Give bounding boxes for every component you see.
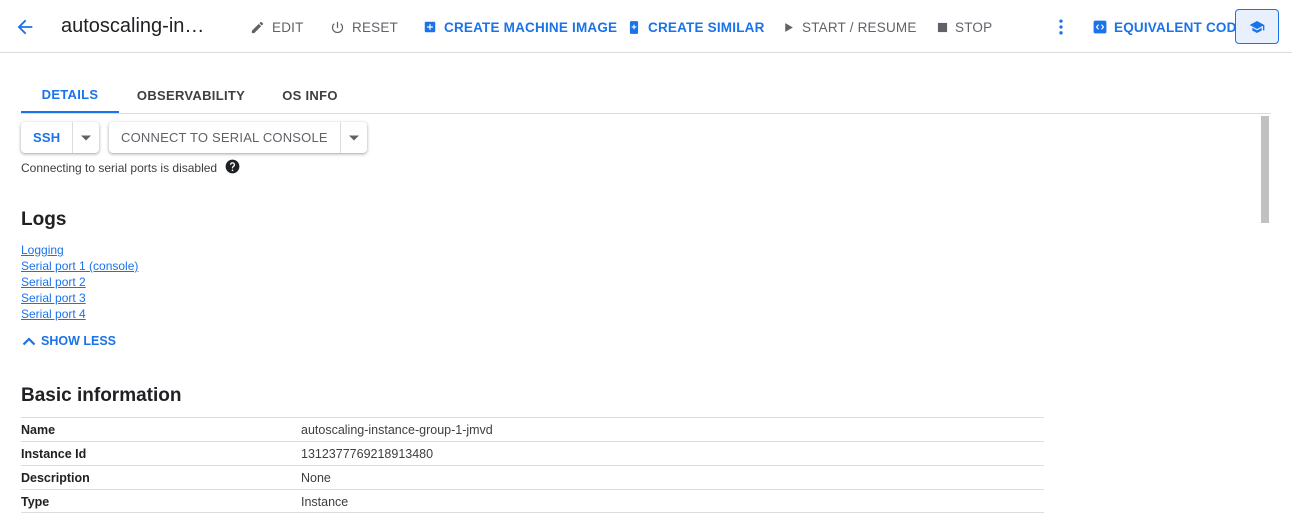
serial-port-2-link[interactable]: Serial port 2 [21,275,86,289]
basic-information-table: Name autoscaling-instance-group-1-jmvd I… [21,417,1044,513]
power-icon [331,21,344,33]
edit-button[interactable]: EDIT [250,18,304,36]
table-row: Instance Id 1312377769218913480 [21,441,1044,465]
tab-details[interactable]: DETAILS [21,78,119,113]
ssh-split-button: SSH [21,122,100,153]
row-key: Type [21,495,50,509]
row-value: 1312377769218913480 [301,447,434,461]
play-icon [785,22,793,32]
serial-port-1-link[interactable]: Serial port 1 (console) [21,259,138,273]
tab-observability[interactable]: OBSERVABILITY [129,78,253,113]
top-toolbar: autoscaling-in… EDIT RESET CREATE MACHIN… [0,0,1292,53]
serial-console-dropdown-button[interactable] [339,122,367,153]
start-resume-label: START / RESUME [802,19,917,35]
create-similar-label: CREATE SIMILAR [648,19,765,35]
show-less-label: SHOW LESS [41,334,117,348]
serial-disabled-note: Connecting to serial ports is disabled [21,159,240,177]
create-similar-button[interactable]: CREATE SIMILAR [627,18,765,36]
school-icon [1249,20,1265,33]
ssh-dropdown-button[interactable] [72,122,99,153]
table-row: Type Instance [21,489,1044,513]
tab-divider [21,113,1271,114]
serial-port-3-link[interactable]: Serial port 3 [21,291,86,305]
dropdown-arrow-icon [348,135,359,140]
tab-os-info[interactable]: OS INFO [273,78,347,113]
ssh-button[interactable]: SSH [21,122,72,153]
add-box-icon [424,21,436,33]
serial-port-4-link[interactable]: Serial port 4 [21,307,86,321]
table-row: Name autoscaling-instance-group-1-jmvd [21,417,1044,441]
row-key: Description [21,471,90,485]
chevron-up-icon [22,337,36,346]
table-row: Description None [21,465,1044,489]
serial-console-button[interactable]: CONNECT TO SERIAL CONSOLE [109,122,340,153]
reset-label: RESET [352,19,399,35]
code-icon [1093,20,1107,34]
scrollbar-thumb[interactable] [1261,116,1269,223]
row-value: autoscaling-instance-group-1-jmvd [301,423,493,437]
stop-icon [937,22,948,32]
row-key: Name [21,423,56,437]
basic-information-heading: Basic information [21,385,182,406]
add-copy-icon [629,20,639,34]
more-vert-icon[interactable] [1051,17,1071,37]
learn-button[interactable] [1235,9,1279,44]
equivalent-code-label: EQUIVALENT CODE [1114,19,1246,35]
row-key: Instance Id [21,447,87,461]
back-arrow-icon[interactable] [14,16,36,38]
stop-button[interactable]: STOP [937,18,992,36]
pencil-icon [251,21,264,33]
reset-button[interactable]: RESET [330,18,398,36]
edit-label: EDIT [272,19,304,35]
stop-label: STOP [955,19,993,35]
create-machine-image-label: CREATE MACHINE IMAGE [444,19,618,35]
dropdown-arrow-icon [81,135,92,140]
start-resume-button[interactable]: START / RESUME [782,18,917,36]
serial-console-split-button: CONNECT TO SERIAL CONSOLE [109,122,367,153]
serial-note-text: Connecting to serial ports is disabled [21,161,218,175]
logs-heading: Logs [21,209,67,230]
logging-link[interactable]: Logging [21,243,64,257]
help-icon[interactable] [225,159,240,177]
page-title: autoscaling-in… [61,15,205,37]
show-less-button[interactable]: SHOW LESS [22,334,116,348]
equivalent-code-button[interactable]: EQUIVALENT CODE [1093,18,1246,36]
row-value: Instance [301,495,349,509]
create-machine-image-button[interactable]: CREATE MACHINE IMAGE [423,18,617,36]
row-value: None [301,471,331,485]
